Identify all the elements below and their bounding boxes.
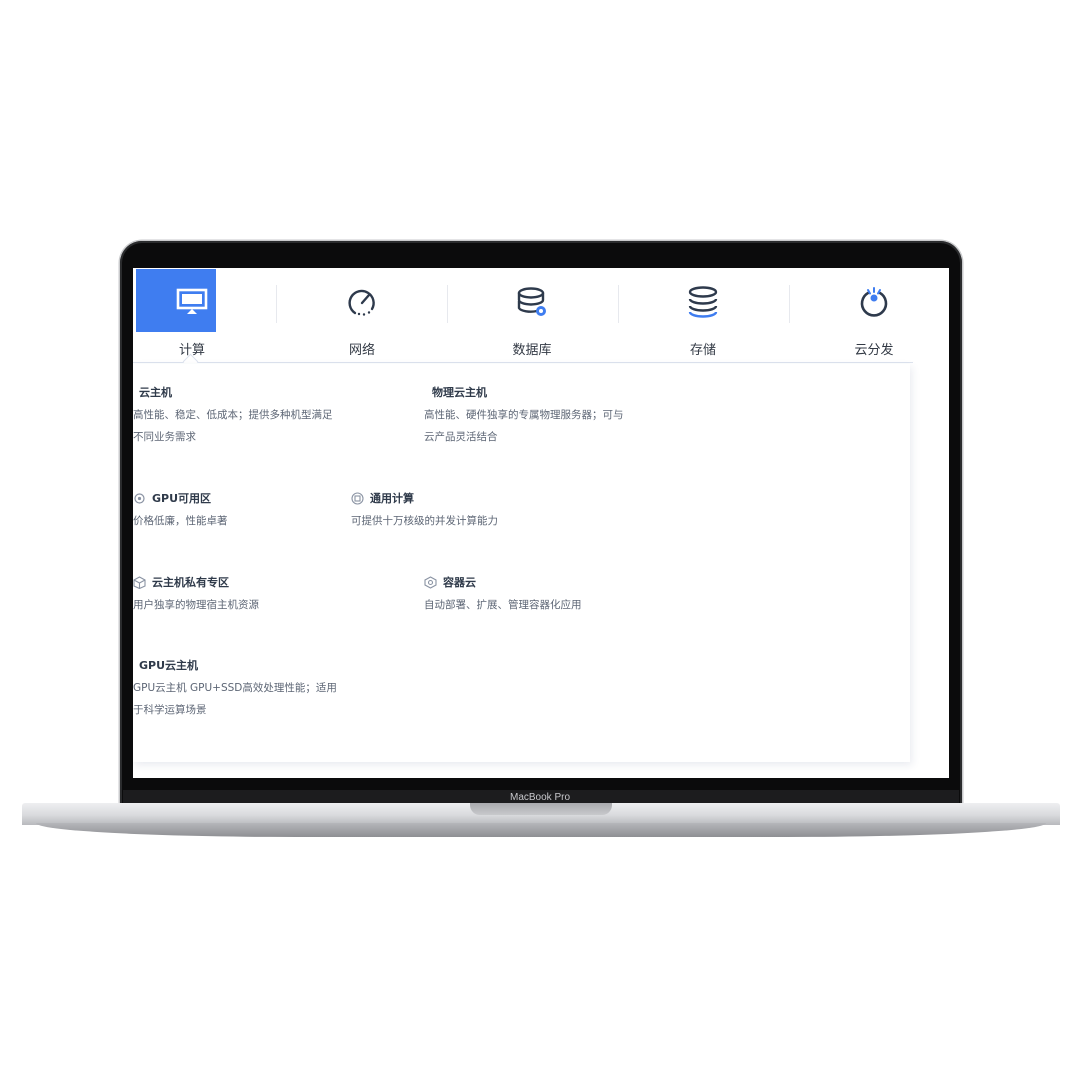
chip-icon — [133, 492, 146, 505]
product-title: 云主机私有专区 — [152, 576, 229, 589]
product-title: GPU可用区 — [152, 492, 212, 505]
product-title: 通用计算 — [370, 492, 414, 505]
gauge-icon — [342, 284, 382, 320]
screen: 计算 网络 数据库 存储 云分发 云主机 高性能、稳定、低成本；提供多种机型满足… — [133, 268, 949, 778]
tab-label: 存储 — [689, 343, 716, 358]
product-title: 云主机 — [139, 386, 172, 399]
product-title: 物理云主机 — [432, 386, 487, 399]
container-icon — [424, 575, 437, 589]
tab-network[interactable]: 网络 — [287, 268, 437, 364]
product-dropdown-panel: 云主机 高性能、稳定、低成本；提供多种机型满足 不同业务需求 物理云主机 高性能… — [133, 364, 910, 762]
product-desc: 高性能、稳定、低成本；提供多种机型满足 — [133, 409, 333, 421]
product-general-compute[interactable]: 通用计算 可提供十万核级的并发计算能力 — [351, 490, 498, 532]
product-desc: GPU云主机 GPU+SSD高效处理性能；适用 — [133, 682, 337, 694]
tab-storage[interactable]: 存储 — [628, 268, 778, 364]
product-private-zone[interactable]: 云主机私有专区 用户独享的物理宿主机资源 — [133, 574, 259, 616]
tab-label: 数据库 — [512, 343, 552, 358]
tab-underline — [133, 362, 913, 363]
product-gpu-cvm[interactable]: GPU云主机 GPU云主机 GPU+SSD高效处理性能；适用 于科学运算场景 — [133, 657, 337, 721]
tab-label: 网络 — [348, 343, 375, 358]
product-desc: 不同业务需求 — [133, 431, 196, 443]
storage-icon — [683, 284, 723, 320]
laptop-notch — [470, 803, 612, 815]
product-title: GPU云主机 — [139, 659, 199, 672]
tab-divider — [276, 285, 277, 323]
product-desc: 于科学运算场景 — [133, 704, 207, 716]
product-desc: 云产品灵活结合 — [424, 431, 498, 443]
tab-divider — [618, 285, 619, 323]
product-category-tabs: 计算 网络 数据库 存储 云分发 — [133, 268, 949, 370]
laptop-base-bottom — [36, 823, 1046, 837]
product-cvm[interactable]: 云主机 高性能、稳定、低成本；提供多种机型满足 不同业务需求 — [133, 384, 333, 448]
monitor-icon — [172, 284, 212, 320]
database-icon — [512, 284, 552, 320]
power-icon — [854, 284, 894, 320]
cube-icon — [133, 575, 146, 589]
cpu-icon — [351, 491, 364, 505]
product-desc: 可提供十万核级的并发计算能力 — [351, 515, 498, 527]
product-desc: 价格低廉，性能卓著 — [133, 515, 228, 527]
tab-cdn[interactable]: 云分发 — [799, 268, 949, 364]
product-gpu-zone[interactable]: GPU可用区 价格低廉，性能卓著 — [133, 490, 228, 532]
product-container[interactable]: 容器云 自动部署、扩展、管理容器化应用 — [424, 574, 582, 616]
product-bare-metal[interactable]: 物理云主机 高性能、硬件独享的专属物理服务器；可与 云产品灵活结合 — [424, 384, 624, 448]
tab-database[interactable]: 数据库 — [457, 268, 607, 364]
tab-compute[interactable]: 计算 — [133, 268, 267, 364]
product-desc: 用户独享的物理宿主机资源 — [133, 599, 259, 611]
tab-divider — [447, 285, 448, 323]
product-desc: 自动部署、扩展、管理容器化应用 — [424, 599, 582, 611]
tab-label: 计算 — [178, 343, 205, 358]
tab-label: 云分发 — [854, 343, 894, 358]
product-desc: 高性能、硬件独享的专属物理服务器；可与 — [424, 409, 624, 421]
product-title: 容器云 — [443, 576, 476, 589]
tab-divider — [789, 285, 790, 323]
